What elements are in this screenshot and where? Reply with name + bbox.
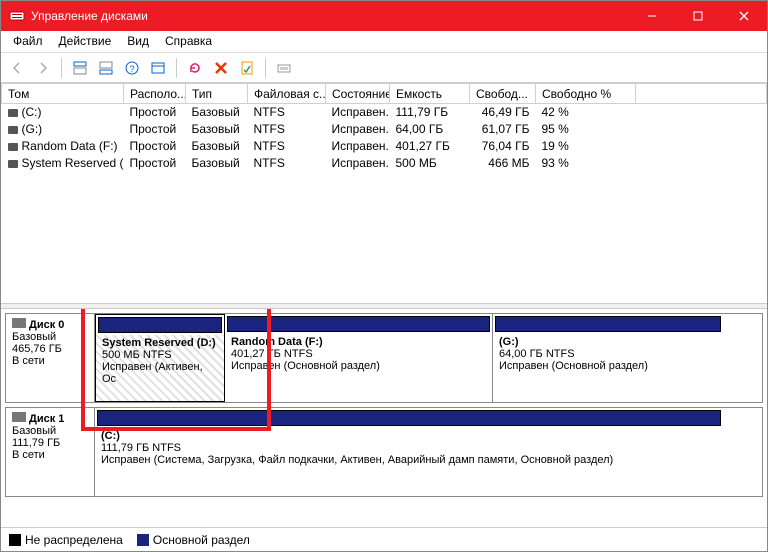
back-button[interactable] xyxy=(5,56,29,80)
col-spacer xyxy=(636,84,767,104)
col-free-pct[interactable]: Свободно % xyxy=(536,84,636,104)
partition-area: (C:)111,79 ГБ NTFSИсправен (Система, Заг… xyxy=(95,407,763,497)
partition[interactable]: System Reserved (D:)500 МБ NTFSИсправен … xyxy=(95,314,225,402)
col-location[interactable]: Располо... xyxy=(124,84,186,104)
menu-bar: Файл Действие Вид Справка xyxy=(1,31,767,53)
menu-view[interactable]: Вид xyxy=(119,31,157,52)
table-row[interactable]: Random Data (F:)ПростойБазовыйNTFSИсправ… xyxy=(2,138,767,155)
disk-row: Диск 0Базовый465,76 ГБВ сетиSystem Reser… xyxy=(5,313,763,403)
disk-info[interactable]: Диск 1Базовый111,79 ГБВ сети xyxy=(5,407,95,497)
table-row[interactable]: (G:)ПростойБазовыйNTFSИсправен...64,00 Г… xyxy=(2,121,767,138)
view-bottom-button[interactable] xyxy=(94,56,118,80)
forward-button[interactable] xyxy=(31,56,55,80)
extra-button[interactable] xyxy=(272,56,296,80)
legend-primary: Основной раздел xyxy=(137,533,250,547)
partition-bar xyxy=(227,316,490,332)
legend-unallocated: Не распределена xyxy=(9,533,123,547)
title-bar: Управление дисками xyxy=(1,1,767,31)
legend: Не распределена Основной раздел xyxy=(1,527,767,551)
help-button[interactable]: ? xyxy=(120,56,144,80)
partition[interactable]: (G:)64,00 ГБ NTFSИсправен (Основной разд… xyxy=(493,314,723,402)
menu-help[interactable]: Справка xyxy=(157,31,220,52)
toolbar: ? xyxy=(1,53,767,83)
partition-bar xyxy=(98,317,222,333)
disk-icon xyxy=(12,412,26,422)
disk-map[interactable]: Диск 0Базовый465,76 ГБВ сетиSystem Reser… xyxy=(1,309,767,527)
table-row[interactable]: System Reserved (...ПростойБазовыйNTFSИс… xyxy=(2,155,767,172)
volume-icon xyxy=(8,109,18,117)
col-type[interactable]: Тип xyxy=(186,84,248,104)
menu-action[interactable]: Действие xyxy=(51,31,120,52)
disk-icon xyxy=(12,318,26,328)
partition[interactable]: Random Data (F:)401,27 ГБ NTFSИсправен (… xyxy=(225,314,493,402)
col-capacity[interactable]: Емкость xyxy=(390,84,470,104)
col-state[interactable]: Состояние xyxy=(326,84,390,104)
col-free[interactable]: Свобод... xyxy=(470,84,536,104)
volume-list[interactable]: Том Располо... Тип Файловая с... Состоян… xyxy=(1,83,767,303)
disk-row: Диск 1Базовый111,79 ГБВ сети(C:)111,79 Г… xyxy=(5,407,763,497)
app-icon xyxy=(9,8,25,24)
menu-file[interactable]: Файл xyxy=(5,31,51,52)
disk-info[interactable]: Диск 0Базовый465,76 ГБВ сети xyxy=(5,313,95,403)
close-button[interactable] xyxy=(721,1,767,31)
delete-button[interactable] xyxy=(209,56,233,80)
settings-button[interactable] xyxy=(146,56,170,80)
table-row[interactable]: (C:)ПростойБазовыйNTFSИсправен...111,79 … xyxy=(2,104,767,121)
maximize-button[interactable] xyxy=(675,1,721,31)
col-volume[interactable]: Том xyxy=(2,84,124,104)
refresh-button[interactable] xyxy=(183,56,207,80)
volume-icon xyxy=(8,143,18,151)
svg-text:?: ? xyxy=(129,64,134,74)
partition-bar xyxy=(97,410,721,426)
partition-area: System Reserved (D:)500 МБ NTFSИсправен … xyxy=(95,313,763,403)
volume-icon xyxy=(8,160,18,168)
partition[interactable]: (C:)111,79 ГБ NTFSИсправен (Система, Заг… xyxy=(95,408,723,496)
minimize-button[interactable] xyxy=(629,1,675,31)
view-top-button[interactable] xyxy=(68,56,92,80)
partition-bar xyxy=(495,316,721,332)
col-filesystem[interactable]: Файловая с... xyxy=(248,84,326,104)
properties-button[interactable] xyxy=(235,56,259,80)
volume-icon xyxy=(8,126,18,134)
window-title: Управление дисками xyxy=(31,9,629,23)
